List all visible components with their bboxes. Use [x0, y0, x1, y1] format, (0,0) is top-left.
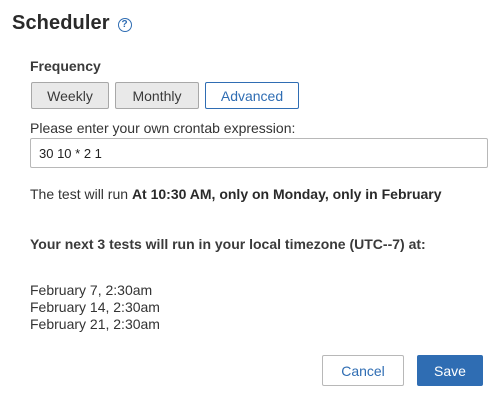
- header: Scheduler ?: [12, 12, 132, 35]
- next-runs-list: February 7, 2:30am February 14, 2:30am F…: [30, 282, 160, 333]
- crontab-label: Please enter your own crontab expression…: [30, 120, 296, 136]
- frequency-advanced-button[interactable]: Advanced: [205, 82, 299, 109]
- cancel-button[interactable]: Cancel: [322, 355, 404, 386]
- next-runs-heading: Your next 3 tests will run in your local…: [30, 236, 426, 252]
- schedule-description: The test will run At 10:30 AM, only on M…: [30, 186, 442, 202]
- next-run-item: February 7, 2:30am: [30, 282, 153, 298]
- schedule-summary: At 10:30 AM, only on Monday, only in Feb…: [131, 186, 442, 202]
- question-circle-icon[interactable]: ?: [117, 17, 132, 32]
- frequency-monthly-button[interactable]: Monthly: [115, 82, 199, 109]
- frequency-button-group: Weekly Monthly Advanced: [31, 82, 299, 109]
- frequency-label: Frequency: [30, 58, 101, 74]
- page-title: Scheduler: [12, 12, 110, 34]
- crontab-input[interactable]: [30, 138, 488, 168]
- schedule-description-prefix: The test will run: [30, 186, 132, 202]
- next-run-item: February 21, 2:30am: [30, 316, 160, 332]
- next-run-item: February 14, 2:30am: [30, 299, 160, 315]
- dialog-actions: Cancel Save: [322, 355, 483, 386]
- frequency-weekly-button[interactable]: Weekly: [31, 82, 109, 109]
- save-button[interactable]: Save: [417, 355, 483, 386]
